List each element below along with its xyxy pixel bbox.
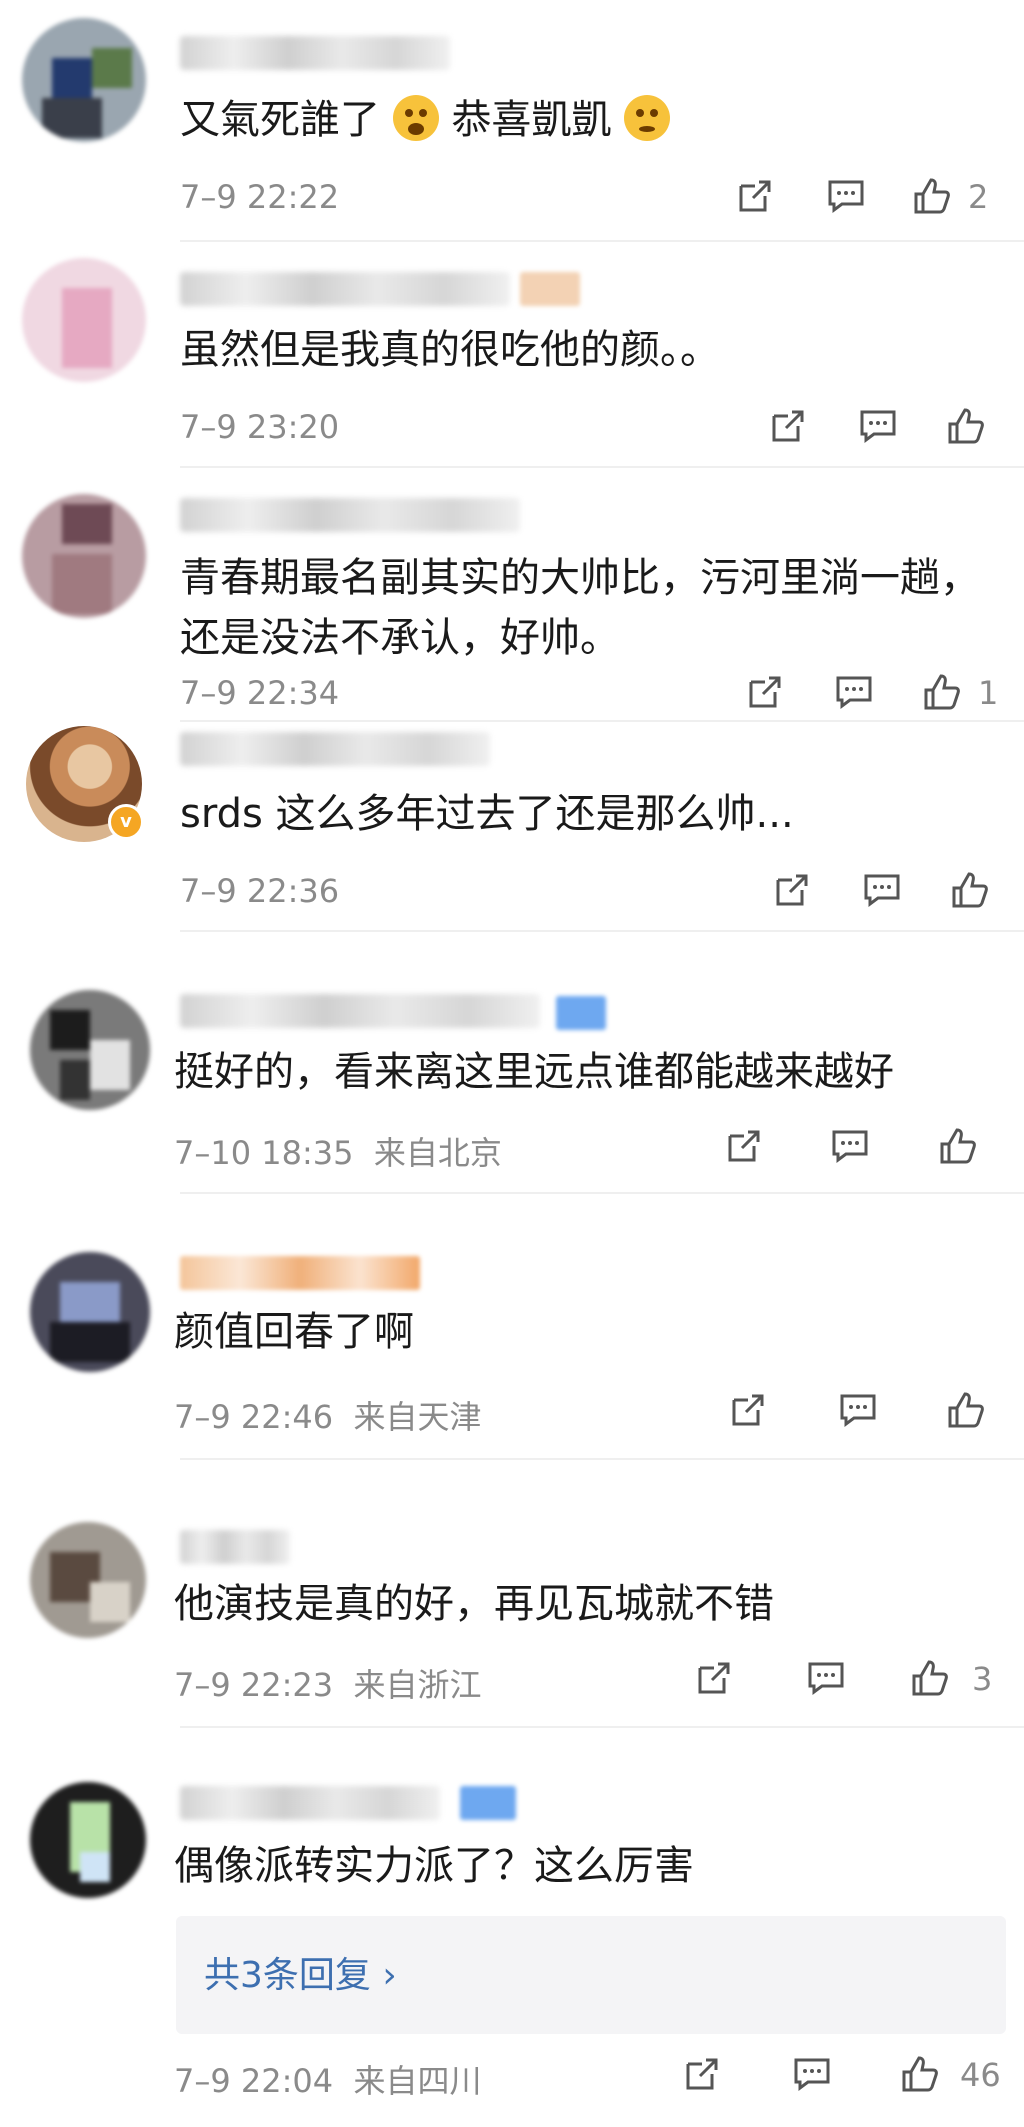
like-count: 3 xyxy=(972,1660,993,1698)
comment-icon[interactable] xyxy=(830,1126,870,1166)
username[interactable] xyxy=(180,498,520,532)
like-icon[interactable] xyxy=(900,2054,940,2094)
divider xyxy=(180,466,1024,468)
comment-text: 青春期最名副其实的大帅比，污河里淌一趟， 还是没法不承认，好帅。 xyxy=(180,555,980,661)
like-icon[interactable] xyxy=(910,1658,950,1698)
like-icon[interactable] xyxy=(946,1390,986,1430)
comment-text: 偶像派转实力派了？这么厉害 xyxy=(174,1843,694,1889)
comment-time: 7–9 22:23 来自浙江 xyxy=(174,1666,482,1704)
share-icon[interactable] xyxy=(682,2054,722,2094)
share-icon[interactable] xyxy=(745,672,785,712)
like-icon[interactable] xyxy=(922,672,962,712)
comment-time: 7–9 23:20 xyxy=(180,408,340,446)
comment-text: 挺好的，看来离这里远点谁都能越来越好 xyxy=(174,1049,894,1095)
like-count: 1 xyxy=(978,674,999,712)
like-icon[interactable] xyxy=(946,406,986,446)
view-replies-link[interactable]: 共3条回复 › xyxy=(204,1946,397,1998)
comment-icon[interactable] xyxy=(838,1390,878,1430)
avatar[interactable] xyxy=(22,18,146,142)
comment-text: 又氣死誰了 恭喜凱凱 xyxy=(180,90,671,150)
share-icon[interactable] xyxy=(772,870,812,910)
emoji-icon xyxy=(624,95,671,141)
username[interactable] xyxy=(180,1786,440,1820)
comment-time: 7–9 22:04 来自四川 xyxy=(174,2062,482,2100)
comment-time: 7–9 22:34 xyxy=(180,674,340,712)
like-count: 2 xyxy=(968,178,989,216)
comment-icon[interactable] xyxy=(792,2054,832,2094)
comment-icon[interactable] xyxy=(858,406,898,446)
like-icon[interactable] xyxy=(950,870,990,910)
user-tag xyxy=(460,1786,516,1820)
user-tag xyxy=(556,996,606,1030)
share-icon[interactable] xyxy=(728,1390,768,1430)
comment-icon[interactable] xyxy=(826,176,866,216)
avatar[interactable] xyxy=(30,1252,150,1372)
username[interactable] xyxy=(180,1530,290,1564)
avatar[interactable] xyxy=(30,1782,146,1898)
like-icon[interactable] xyxy=(912,176,952,216)
divider xyxy=(180,240,1024,242)
comment-text: 虽然但是我真的很吃他的颜。。 xyxy=(180,327,720,373)
like-icon[interactable] xyxy=(938,1126,978,1166)
reply-box[interactable]: 共3条回复 › xyxy=(176,1916,1006,2034)
username[interactable] xyxy=(180,36,450,70)
share-icon[interactable] xyxy=(735,176,775,216)
verified-badge-icon: v xyxy=(108,804,144,840)
divider xyxy=(180,1726,1024,1728)
avatar[interactable] xyxy=(22,494,146,618)
comment-icon[interactable] xyxy=(834,672,874,712)
comment-time: 7–9 22:22 xyxy=(180,178,340,216)
comment-icon[interactable] xyxy=(806,1658,846,1698)
divider xyxy=(180,1458,1024,1460)
avatar[interactable] xyxy=(30,1522,146,1638)
share-icon[interactable] xyxy=(724,1126,764,1166)
avatar[interactable] xyxy=(30,990,150,1110)
divider xyxy=(180,930,1024,932)
username[interactable] xyxy=(180,1256,420,1290)
user-tag xyxy=(520,272,580,306)
comment-text: 他演技是真的好，再见瓦城就不错 xyxy=(174,1581,774,1627)
comment-time: 7–9 22:36 xyxy=(180,872,340,910)
share-icon[interactable] xyxy=(768,406,808,446)
share-icon[interactable] xyxy=(694,1658,734,1698)
divider xyxy=(180,720,1024,722)
comment-text: srds 这么多年过去了还是那么帅... xyxy=(180,791,794,837)
username[interactable] xyxy=(180,994,540,1028)
divider xyxy=(180,1192,1024,1194)
username[interactable] xyxy=(180,272,510,306)
avatar[interactable] xyxy=(22,258,146,382)
emoji-icon xyxy=(392,95,439,141)
username[interactable] xyxy=(180,732,490,766)
like-count: 46 xyxy=(960,2056,1001,2094)
comment-text: 颜值回春了啊 xyxy=(174,1309,414,1355)
comment-time: 7–10 18:35 来自北京 xyxy=(174,1134,502,1172)
comment-time: 7–9 22:46 来自天津 xyxy=(174,1398,482,1436)
comment-icon[interactable] xyxy=(862,870,902,910)
